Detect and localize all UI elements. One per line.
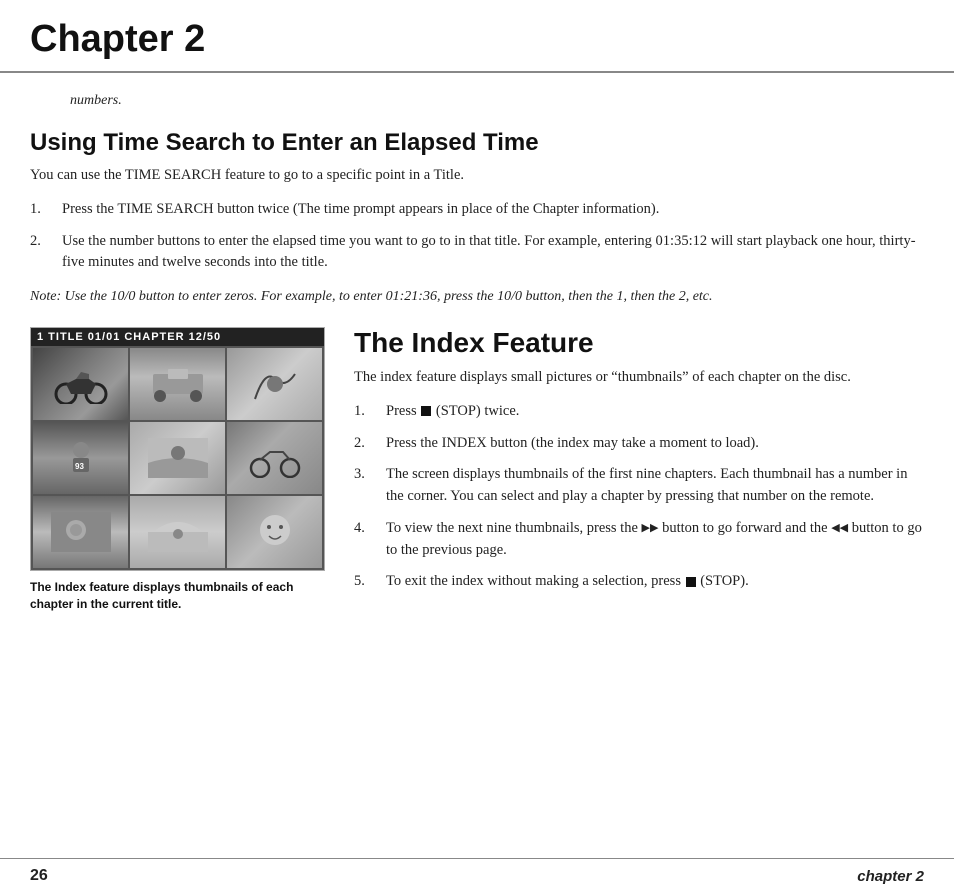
step-num: 2. [354, 433, 386, 455]
thumb-cell-9 [227, 496, 322, 568]
index-steps: 1. Press (STOP) twice. 2. Press the INDE… [354, 401, 924, 593]
list-item: 5. To exit the index without making a se… [354, 571, 924, 593]
chapter-title: Chapter 2 [30, 18, 924, 61]
rewind-icon: ◀◀ [831, 520, 848, 537]
thumb-cell-8 [130, 496, 225, 568]
step-num: 1. [354, 401, 386, 423]
thumb-image-4: 93 [51, 438, 111, 478]
step-text: To exit the index without making a selec… [386, 571, 924, 593]
thumb-grid: 93 [31, 346, 324, 570]
step-text: To view the next nine thumbnails, press … [386, 518, 924, 562]
italic-intro-text: numbers. [70, 93, 122, 108]
step-text: Press (STOP) twice. [386, 401, 924, 423]
thumbnail-display: 1 TITLE 01/01 CHAPTER 12/50 [30, 327, 325, 571]
time-search-note: Note: Use the 10/0 button to enter zeros… [30, 286, 924, 307]
list-item: 1. Press the TIME SEARCH button twice (T… [30, 199, 924, 221]
step-num: 5. [354, 571, 386, 593]
thumb-inner [130, 348, 225, 420]
list-item: 1. Press (STOP) twice. [354, 401, 924, 423]
list-item: 4. To view the next nine thumbnails, pre… [354, 518, 924, 562]
thumb-image-6 [245, 438, 305, 478]
thumb-cell-4: 93 [33, 422, 128, 494]
thumb-inner: 93 [33, 422, 128, 494]
step-text: Press the TIME SEARCH button twice (The … [62, 199, 924, 221]
index-heading: The Index Feature [354, 327, 924, 359]
right-col: The Index Feature The index feature disp… [354, 327, 924, 605]
page-footer: 26 chapter 2 [0, 858, 954, 893]
thumb-image-2 [148, 364, 208, 404]
svg-text:93: 93 [75, 462, 84, 471]
step-text: Press the INDEX button (the index may ta… [386, 433, 924, 455]
italic-intro: numbers. [70, 93, 924, 109]
thumb-inner [33, 496, 128, 568]
list-item: 2. Press the INDEX button (the index may… [354, 433, 924, 455]
thumb-cell-1 [33, 348, 128, 420]
thumb-cell-7 [33, 496, 128, 568]
footer-chapter-label: chapter 2 [857, 868, 924, 885]
thumb-inner [227, 422, 322, 494]
step-num: 2. [30, 231, 62, 275]
step-text: Use the number buttons to enter the elap… [62, 231, 924, 275]
two-col-section: 1 TITLE 01/01 CHAPTER 12/50 [30, 327, 924, 613]
thumb-caption: The Index feature displays thumbnails of… [30, 579, 330, 613]
step-num: 3. [354, 464, 386, 508]
thumb-image-9 [245, 512, 305, 552]
fast-forward-icon: ▶▶ [642, 520, 659, 537]
thumb-inner [227, 348, 322, 420]
thumb-cell-3 [227, 348, 322, 420]
page-number: 26 [30, 867, 48, 885]
chapter-header: Chapter 2 [0, 0, 954, 73]
left-col: 1 TITLE 01/01 CHAPTER 12/50 [30, 327, 330, 613]
stop-icon [686, 577, 696, 587]
thumb-inner [227, 496, 322, 568]
page-wrapper: Chapter 2 numbers. Using Time Search to … [0, 0, 954, 893]
thumb-image-5 [148, 438, 208, 478]
index-intro: The index feature displays small picture… [354, 367, 924, 389]
thumb-inner [33, 348, 128, 420]
list-item: 3. The screen displays thumbnails of the… [354, 464, 924, 508]
thumb-cell-5 [130, 422, 225, 494]
thumb-cell-6 [227, 422, 322, 494]
thumb-image-7 [51, 512, 111, 552]
thumb-inner [130, 496, 225, 568]
list-item: 2. Use the number buttons to enter the e… [30, 231, 924, 275]
time-search-heading: Using Time Search to Enter an Elapsed Ti… [30, 129, 924, 157]
content-area: numbers. Using Time Search to Enter an E… [0, 83, 954, 673]
time-search-intro: You can use the TIME SEARCH feature to g… [30, 165, 924, 187]
step-num: 1. [30, 199, 62, 221]
thumb-image-8 [148, 512, 208, 552]
thumb-image-3 [245, 364, 305, 404]
stop-icon [421, 406, 431, 416]
thumb-header: 1 TITLE 01/01 CHAPTER 12/50 [31, 328, 324, 346]
step-text: The screen displays thumbnails of the fi… [386, 464, 924, 508]
thumb-inner [130, 422, 225, 494]
thumb-image-1 [51, 364, 111, 404]
thumb-cell-2 [130, 348, 225, 420]
step-num: 4. [354, 518, 386, 562]
time-search-steps: 1. Press the TIME SEARCH button twice (T… [30, 199, 924, 274]
